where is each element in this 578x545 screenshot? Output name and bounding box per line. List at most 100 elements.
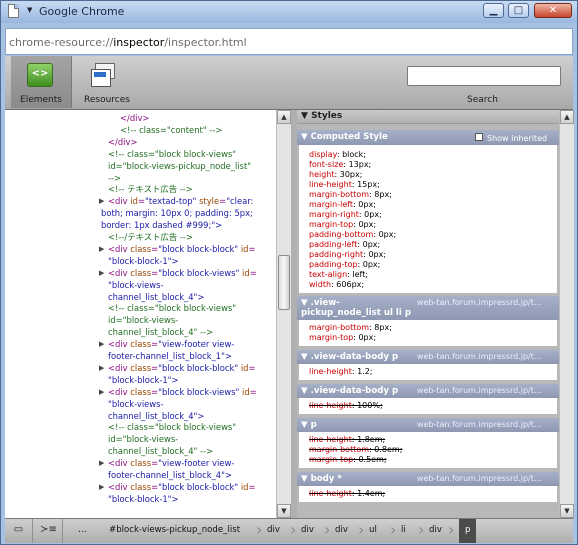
dom-node-line[interactable]: <!--/テキスト広告 --> — [108, 232, 193, 244]
dom-node-line[interactable]: "block-block-1"> — [108, 494, 179, 506]
computed-property[interactable]: text-align: left; — [309, 270, 368, 279]
dom-node-line[interactable]: <!-- class="content" --> — [120, 125, 222, 137]
dom-node-line[interactable]: ▶ <div class="view-footer view- — [99, 458, 234, 470]
dom-node-line[interactable]: </div> — [108, 137, 137, 149]
style-rule-header[interactable]: ▼ .view-data-body p web-tan.forum.impress… — [297, 384, 559, 398]
dom-node-line[interactable]: <!-- class="block block-views" — [108, 149, 236, 161]
style-rule-source-link[interactable]: web-tan.forum.impressrd.jp/t… — [417, 474, 542, 483]
computed-property[interactable]: width: 606px; — [309, 280, 364, 289]
breadcrumb-item[interactable]: ul — [369, 519, 377, 543]
show-inherited-checkbox[interactable] — [475, 133, 483, 141]
breadcrumb-item[interactable]: #block-views-pickup_node_list — [109, 519, 240, 543]
breadcrumb-item-selected[interactable]: p — [459, 519, 477, 543]
breadcrumb-item[interactable]: div — [429, 519, 442, 543]
style-rule-header[interactable]: ▼ .view-data-body p web-tan.forum.impress… — [297, 350, 559, 364]
computed-property[interactable]: height: 30px; — [309, 170, 362, 179]
console-toggle-icon[interactable]: ≻≡ — [35, 519, 63, 543]
address-bar[interactable]: chrome-resource://inspector/inspector.ht… — [5, 28, 573, 55]
styles-panel[interactable]: ▼ Styles ▼ Computed Style Show inherited… — [297, 110, 559, 518]
expand-triangle-icon[interactable]: ▶ — [99, 339, 104, 351]
computed-style-header[interactable]: ▼ Computed Style Show inherited — [297, 130, 559, 145]
expand-triangle-icon[interactable]: ▶ — [99, 363, 104, 375]
dom-node-line[interactable]: channel_list_block_4"> — [108, 292, 204, 304]
style-property[interactable]: margin-bottom: 8px; — [309, 323, 392, 332]
computed-property[interactable]: display: block; — [309, 150, 366, 159]
dom-node-line[interactable]: ▶ <div class="block block-block" id= — [99, 363, 256, 375]
computed-property[interactable]: line-height: 15px; — [309, 180, 380, 189]
dom-node-line[interactable]: id="block-views-pickup_node_list" — [108, 161, 251, 173]
style-property[interactable]: line-height: 1.4em; — [309, 489, 385, 498]
computed-property[interactable]: margin-right: 0px; — [309, 210, 382, 219]
dom-node-line[interactable]: "block-views- — [108, 280, 164, 292]
url-text[interactable]: chrome-resource://inspector/inspector.ht… — [9, 36, 247, 49]
maximize-button[interactable]: □ — [508, 3, 529, 18]
computed-property[interactable]: font-size: 13px; — [309, 160, 371, 169]
dom-node-line[interactable]: "block-block-1"> — [108, 375, 179, 387]
dom-node-line[interactable]: <!-- テキスト広告 --> — [108, 184, 193, 196]
expand-triangle-icon[interactable]: ▶ — [99, 244, 104, 256]
dom-node-line[interactable]: channel_list_block_4" --> — [108, 327, 213, 339]
style-property[interactable]: line-height: 100%; — [309, 401, 383, 410]
dom-node-line[interactable]: <!-- class="block block-views" — [108, 303, 236, 315]
dom-node-line[interactable]: "block-views- — [108, 399, 164, 411]
styles-scroll-up-arrow-icon[interactable]: ▲ — [560, 110, 574, 124]
search-input[interactable] — [407, 66, 561, 86]
computed-property[interactable]: padding-left: 0px; — [309, 240, 380, 249]
scroll-up-arrow-icon[interactable]: ▲ — [277, 110, 291, 124]
computed-property[interactable]: padding-top: 0px; — [309, 260, 380, 269]
computed-property[interactable]: padding-right: 0px; — [309, 250, 386, 259]
breadcrumb-item[interactable]: div — [301, 519, 314, 543]
expand-triangle-icon[interactable]: ▶ — [99, 387, 104, 399]
style-property[interactable]: line-height: 1.2; — [309, 367, 372, 376]
computed-property[interactable]: margin-top: 0px; — [309, 220, 376, 229]
dom-node-line[interactable]: ▶ <div class="block block-views" id= — [99, 387, 257, 399]
scroll-down-arrow-icon[interactable]: ▼ — [277, 504, 291, 518]
expand-triangle-icon[interactable]: ▶ — [99, 196, 104, 208]
style-rule-header[interactable]: ▼ p web-tan.forum.impressrd.jp/t… — [297, 418, 559, 432]
dom-node-line[interactable]: ▶ <div id="textad-top" style="clear: — [99, 196, 253, 208]
dom-node-line[interactable]: --> — [108, 173, 121, 185]
style-property[interactable]: line-height: 1.8em; — [309, 435, 385, 444]
dom-node-line[interactable]: <!-- class="block block-views" — [108, 422, 236, 434]
expand-triangle-icon[interactable]: ▶ — [99, 268, 104, 280]
dom-node-line[interactable]: border: 1px dashed #999;"> — [101, 220, 222, 232]
styles-header[interactable]: ▼ Styles — [297, 110, 559, 124]
style-property[interactable]: margin-top: 0.5em; — [309, 455, 387, 464]
scroll-thumb[interactable] — [278, 255, 290, 310]
style-property[interactable]: margin-top: 0px; — [309, 333, 376, 342]
dom-node-line[interactable]: footer-channel_list_block_1"> — [108, 351, 232, 363]
dom-tree-panel[interactable]: </div> <!-- class="content" --> </div> <!--… — [5, 110, 276, 518]
breadcrumb-item[interactable]: div — [267, 519, 280, 543]
style-rule-header[interactable]: ▼ .view- pickup_node_list ul li p web-tan… — [297, 296, 559, 320]
page-icon[interactable] — [8, 4, 19, 18]
dom-node-line[interactable]: </div> — [120, 113, 149, 125]
breadcrumb-item[interactable]: … — [78, 519, 87, 543]
breadcrumb-item[interactable]: li — [401, 519, 406, 543]
dropdown-arrow-icon[interactable]: ▼ — [27, 6, 32, 14]
minimize-button[interactable]: ▁ — [483, 3, 504, 18]
dom-node-line[interactable]: ▶ <div class="block block-views" id= — [99, 268, 257, 280]
resources-tab[interactable]: Resources — [77, 56, 137, 108]
dom-node-line[interactable]: "block-block-1"> — [108, 256, 179, 268]
close-button[interactable]: ✕ — [534, 3, 572, 18]
style-rule-source-link[interactable]: web-tan.forum.impressrd.jp/t… — [417, 420, 542, 429]
expand-triangle-icon[interactable]: ▶ — [99, 482, 104, 494]
dom-node-line[interactable]: ▶ <div class="block block-block" id= — [99, 482, 256, 494]
dock-toggle-icon[interactable]: ▭ — [5, 519, 33, 543]
dom-tree-scrollbar[interactable]: ▲ ▼ — [276, 110, 291, 518]
breadcrumb-item[interactable]: div — [335, 519, 348, 543]
style-rule-source-link[interactable]: web-tan.forum.impressrd.jp/t… — [417, 352, 542, 361]
style-rule-source-link[interactable]: web-tan.forum.impressrd.jp/t… — [417, 386, 542, 395]
dom-node-line[interactable]: id="block-views- — [108, 315, 178, 327]
computed-property[interactable]: margin-left: 0px; — [309, 200, 376, 209]
styles-scroll-down-arrow-icon[interactable]: ▼ — [560, 504, 574, 518]
dom-node-line[interactable]: ▶ <div class="block block-block" id= — [99, 244, 256, 256]
computed-property[interactable]: padding-bottom: 0px; — [309, 230, 396, 239]
dom-node-line[interactable]: channel_list_block_4" --> — [108, 446, 213, 458]
expand-triangle-icon[interactable]: ▶ — [99, 458, 104, 470]
style-property[interactable]: margin-bottom: 0.8em; — [309, 445, 402, 454]
dom-node-line[interactable]: ▶ <div class="view-footer view- — [99, 339, 234, 351]
elements-tab[interactable]: <> Elements — [11, 56, 72, 108]
style-rule-header[interactable]: ▼ body * web-tan.forum.impressrd.jp/t… — [297, 472, 559, 486]
dom-node-line[interactable]: footer-channel_list_block_4"> — [108, 470, 232, 482]
